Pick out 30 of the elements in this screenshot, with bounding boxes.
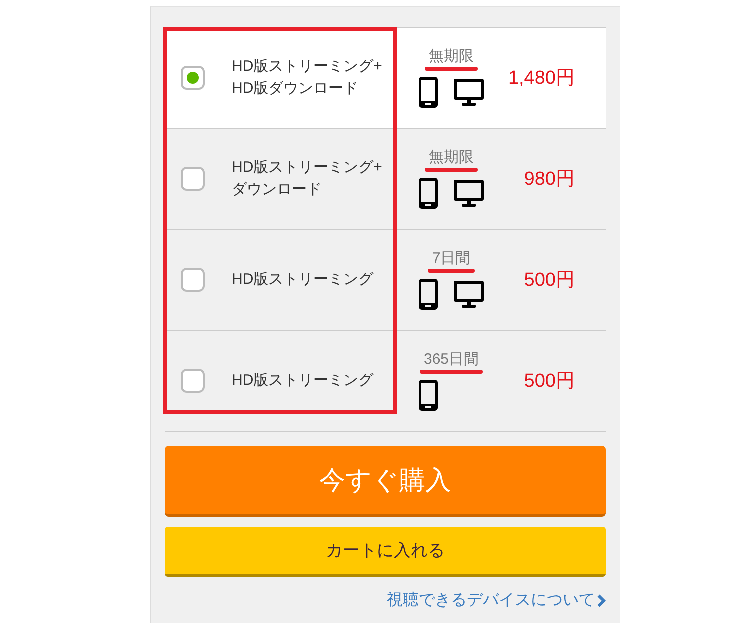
option-row[interactable]: HD版ストリーミング 7日間 500円 <box>165 229 606 330</box>
radio-button[interactable] <box>181 167 205 191</box>
price-text: 500円 <box>523 370 575 394</box>
devices-link[interactable]: 視聴できるデバイスについて <box>387 591 606 611</box>
period-text: 365日間 <box>424 351 480 369</box>
price-text: 500円 <box>523 269 575 293</box>
chevron-right-icon <box>597 594 606 608</box>
smartphone-icon <box>419 178 438 209</box>
radio-button[interactable] <box>181 268 205 292</box>
option-label: HD版ストリーミング <box>232 371 375 391</box>
smartphone-icon <box>419 380 438 411</box>
option-label: HD版ストリーミング+ HD版ダウンロード <box>232 57 384 99</box>
smartphone-icon <box>419 77 438 108</box>
monitor-icon <box>454 281 484 308</box>
option-row[interactable]: HD版ストリーミング+ ダウンロード 無期限 980円 <box>165 128 606 229</box>
option-row[interactable]: HD版ストリーミング+ HD版ダウンロード 無期限 1,480円 <box>165 27 606 128</box>
option-row[interactable]: HD版ストリーミング 365日間 500円 <box>165 330 606 431</box>
monitor-icon <box>454 79 484 106</box>
price-text: 980円 <box>523 168 575 192</box>
radio-button[interactable] <box>181 369 205 393</box>
radio-button[interactable] <box>181 66 205 90</box>
period-text: 無期限 <box>429 149 474 167</box>
smartphone-icon <box>419 279 438 310</box>
period-text: 無期限 <box>429 48 474 66</box>
monitor-icon <box>454 180 484 207</box>
period-text: 7日間 <box>432 250 471 268</box>
add-to-cart-button[interactable]: カートに入れる <box>165 527 606 577</box>
option-label: HD版ストリーミング <box>232 270 375 290</box>
option-label: HD版ストリーミング+ ダウンロード <box>232 158 384 200</box>
price-text: 1,480円 <box>507 67 575 91</box>
